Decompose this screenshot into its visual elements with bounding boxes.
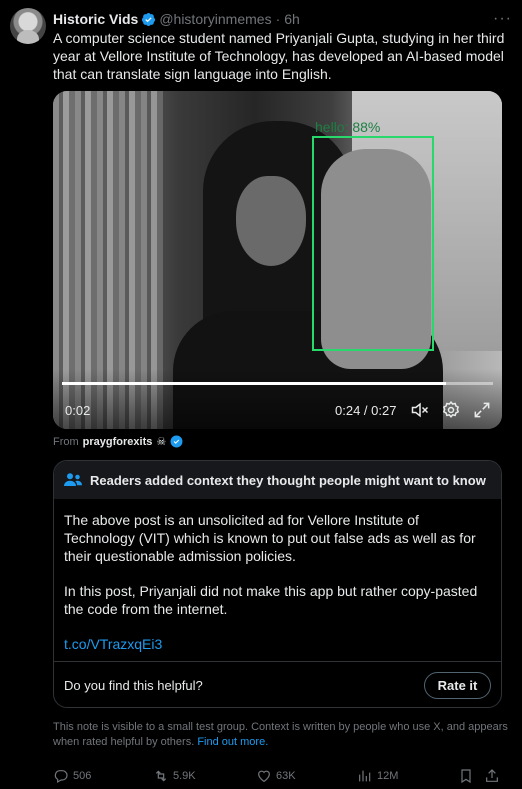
mute-icon[interactable]	[410, 400, 430, 420]
video-frame-face	[236, 176, 306, 266]
video-progress-bar[interactable]	[62, 382, 493, 385]
community-note-title: Readers added context they thought peopl…	[90, 472, 486, 488]
like-button[interactable]: 63K	[256, 768, 296, 784]
repost-button[interactable]: 5.9K	[153, 768, 196, 784]
video-source: From praygforexits ☠	[53, 435, 183, 448]
community-note-header: Readers added context they thought peopl…	[54, 461, 501, 499]
action-bar: 506 5.9K 63K 12M	[53, 768, 509, 786]
reply-button[interactable]: 506	[53, 768, 91, 784]
verified-badge-icon	[142, 12, 156, 26]
view-count: 12M	[377, 770, 399, 782]
author-name[interactable]: Historic Vids	[53, 11, 138, 27]
fullscreen-icon[interactable]	[472, 400, 492, 420]
skull-emoji-icon: ☠	[156, 436, 167, 448]
reply-icon	[54, 770, 68, 784]
helpful-question: Do you find this helpful?	[64, 678, 203, 693]
video-current-time-overlay: 0:02	[65, 403, 91, 418]
community-note-body: The above post is an unsolicited ad for …	[54, 499, 501, 653]
author-avatar[interactable]	[10, 8, 46, 44]
note-paragraph-1: The above post is an unsolicited ad for …	[64, 512, 476, 564]
separator-dot: ·	[275, 11, 281, 27]
reply-count: 506	[73, 770, 92, 782]
rate-it-button[interactable]: Rate it	[424, 672, 491, 699]
repost-count: 5.9K	[173, 770, 196, 782]
views-button[interactable]: 12M	[357, 768, 398, 784]
share-button[interactable]	[484, 768, 504, 784]
people-icon	[64, 473, 82, 486]
disclaimer-text: This note is visible to a small test gro…	[53, 721, 508, 748]
tweet-header: Historic Vids @historyinmemes · 6h ···	[53, 10, 512, 28]
find-out-more-link[interactable]: Find out more.	[197, 736, 268, 748]
author-handle[interactable]: @historyinmemes	[159, 11, 271, 27]
video-progress-fill	[62, 382, 446, 385]
share-icon	[486, 769, 498, 782]
community-note: Readers added context they thought peopl…	[53, 460, 502, 708]
post-time[interactable]: 6h	[284, 11, 300, 27]
detection-label: hello: 88%	[315, 119, 381, 135]
video-time-display: 0:24 / 0:27	[335, 403, 397, 418]
note-disclaimer: This note is visible to a small test gro…	[53, 720, 509, 750]
note-rating-row: Do you find this helpful? Rate it	[54, 661, 501, 707]
heart-icon	[258, 770, 270, 783]
settings-gear-icon[interactable]	[441, 400, 461, 420]
bookmark-icon	[461, 769, 471, 784]
source-prefix: From	[53, 435, 79, 448]
views-chart-icon	[359, 770, 371, 782]
note-source-link[interactable]: t.co/VTrazxqEi3	[64, 636, 162, 652]
note-paragraph-2: In this post, Priyanjali did not make th…	[64, 583, 478, 617]
source-account[interactable]: praygforexits	[83, 436, 153, 448]
video-player[interactable]: hello: 88% 0:02 0:24 / 0:27	[53, 91, 502, 429]
bookmark-button[interactable]	[458, 768, 478, 784]
more-options-icon[interactable]: ···	[493, 10, 512, 28]
like-count: 63K	[276, 770, 296, 782]
verified-badge-icon	[170, 435, 183, 448]
tweet-text: A computer science student named Priyanj…	[53, 30, 505, 82]
video-controls-shade	[53, 369, 502, 429]
detection-bounding-box	[312, 136, 434, 351]
repost-icon	[155, 770, 167, 782]
